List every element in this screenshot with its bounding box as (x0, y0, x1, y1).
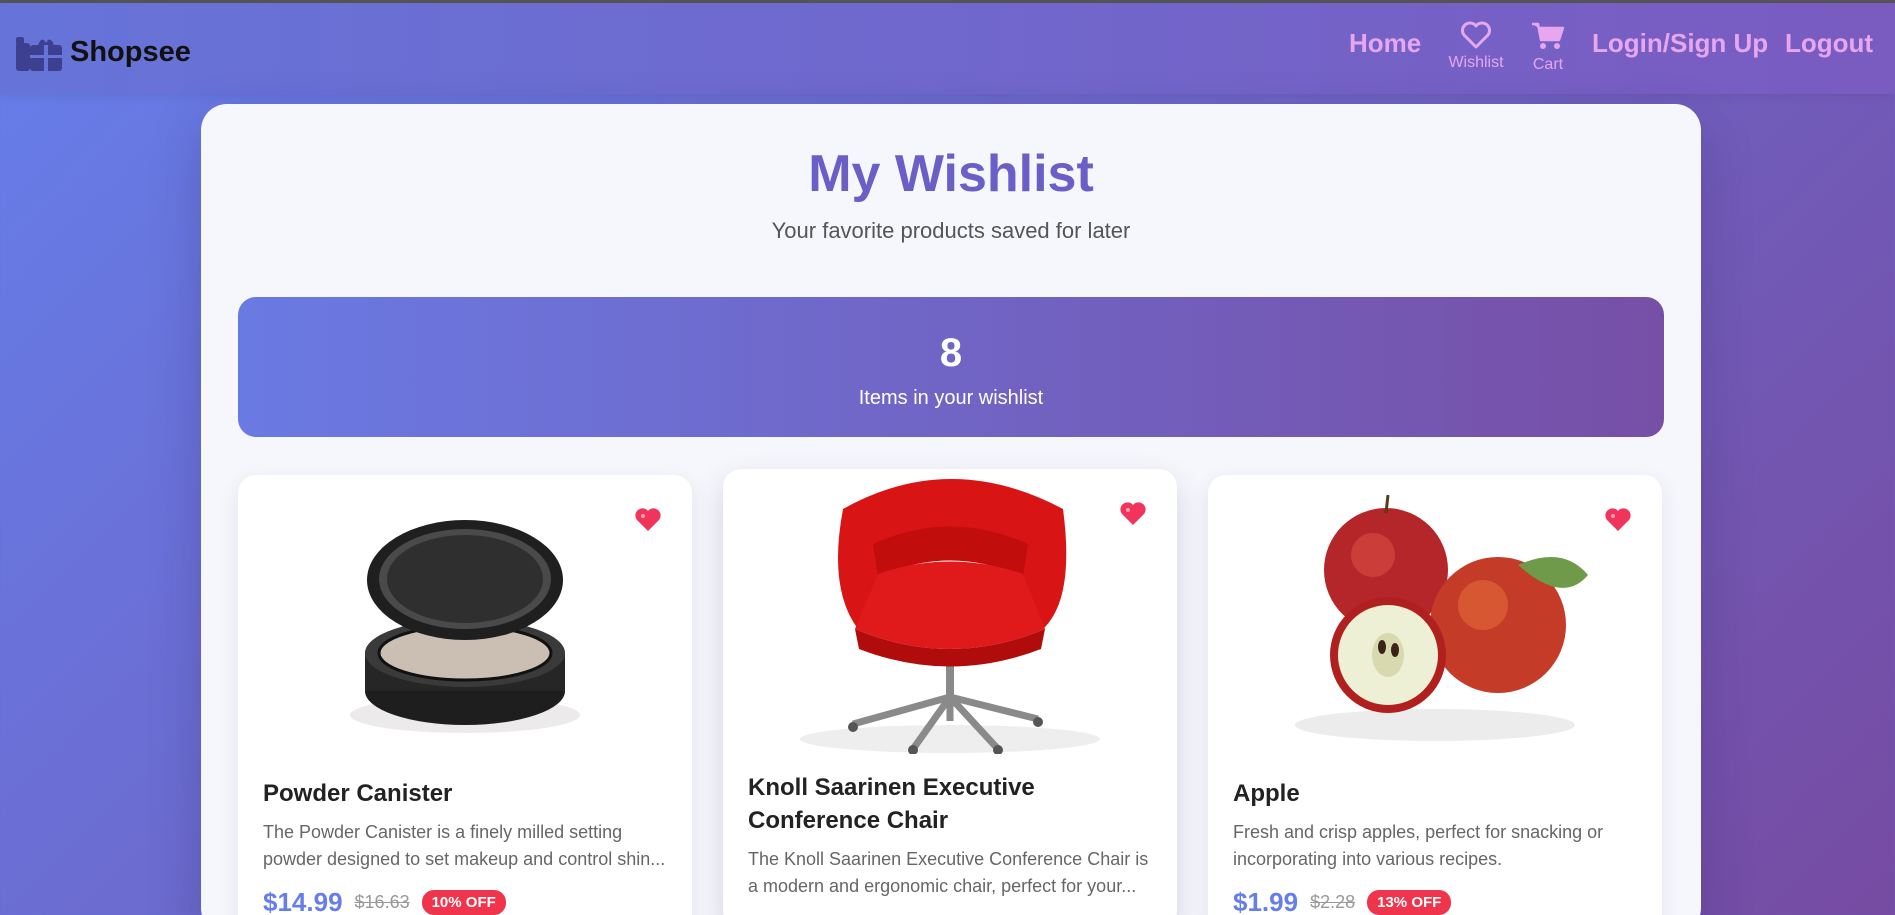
nav-cart-link[interactable]: Cart (1528, 21, 1568, 74)
nav-login-link[interactable]: Login/Sign Up (1592, 28, 1768, 59)
page-title: My Wishlist (808, 145, 1094, 203)
discount-badge: 13% OFF (1367, 890, 1452, 915)
product-price: $14.99 (263, 887, 343, 915)
nav-cart-label: Cart (1532, 56, 1564, 73)
wishlist-container: My Wishlist Your favorite products saved… (201, 104, 1701, 915)
product-description: Fresh and crisp apples, perfect for snac… (1233, 822, 1604, 869)
page-subtitle: Your favorite products saved for later (771, 218, 1131, 243)
product-old-price: $2.28 (1310, 892, 1356, 912)
price-row: $14.99 $16.63 10% OFF (263, 887, 506, 915)
product-price: $1.99 (1233, 887, 1299, 915)
brand-name: Shopsee (70, 35, 191, 68)
gift-logo-icon (14, 31, 64, 73)
heart-filled-icon[interactable] (1604, 507, 1632, 533)
product-description: The Knoll Saarinen Executive Conference … (748, 849, 1149, 896)
wishlist-count: 8 (939, 331, 963, 375)
nav-home-link[interactable]: Home (1349, 28, 1421, 59)
nav-wishlist-label: Wishlist (1448, 54, 1504, 71)
navbar: Shopsee Home Wishlist Cart Login/Sign Up… (0, 3, 1895, 94)
product-title[interactable]: Knoll Saarinen Executive Conference Chai… (748, 771, 1158, 837)
product-card[interactable]: Knoll Saarinen Executive Conference Chai… (723, 469, 1177, 915)
product-title[interactable]: Powder Canister (263, 777, 673, 810)
nav-wishlist-link[interactable]: Wishlist (1447, 21, 1505, 72)
apples-image[interactable] (1208, 475, 1662, 760)
product-old-price: $16.63 (354, 892, 410, 912)
product-card[interactable]: Apple Fresh and crisp apples, perfect fo… (1208, 475, 1662, 915)
product-title[interactable]: Apple (1233, 777, 1643, 810)
heart-filled-icon[interactable] (634, 507, 662, 533)
brand[interactable]: Shopsee (14, 31, 191, 73)
powder-canister-image[interactable] (238, 475, 692, 760)
cart-icon (1531, 22, 1565, 55)
discount-badge: 10% OFF (421, 890, 506, 915)
heart-filled-icon[interactable] (1119, 501, 1147, 527)
price-row: $1.99 $2.28 13% OFF (1233, 887, 1452, 915)
product-card[interactable]: Powder Canister The Powder Canister is a… (238, 475, 692, 915)
wishlist-stats-banner: 8 Items in your wishlist (238, 297, 1664, 437)
heart-outline-icon (1460, 21, 1492, 53)
nav-logout-link[interactable]: Logout (1785, 28, 1873, 59)
product-description: The Powder Canister is a finely milled s… (263, 822, 666, 869)
red-chair-image[interactable] (723, 469, 1177, 755)
wishlist-count-label: Items in your wishlist (858, 387, 1044, 409)
